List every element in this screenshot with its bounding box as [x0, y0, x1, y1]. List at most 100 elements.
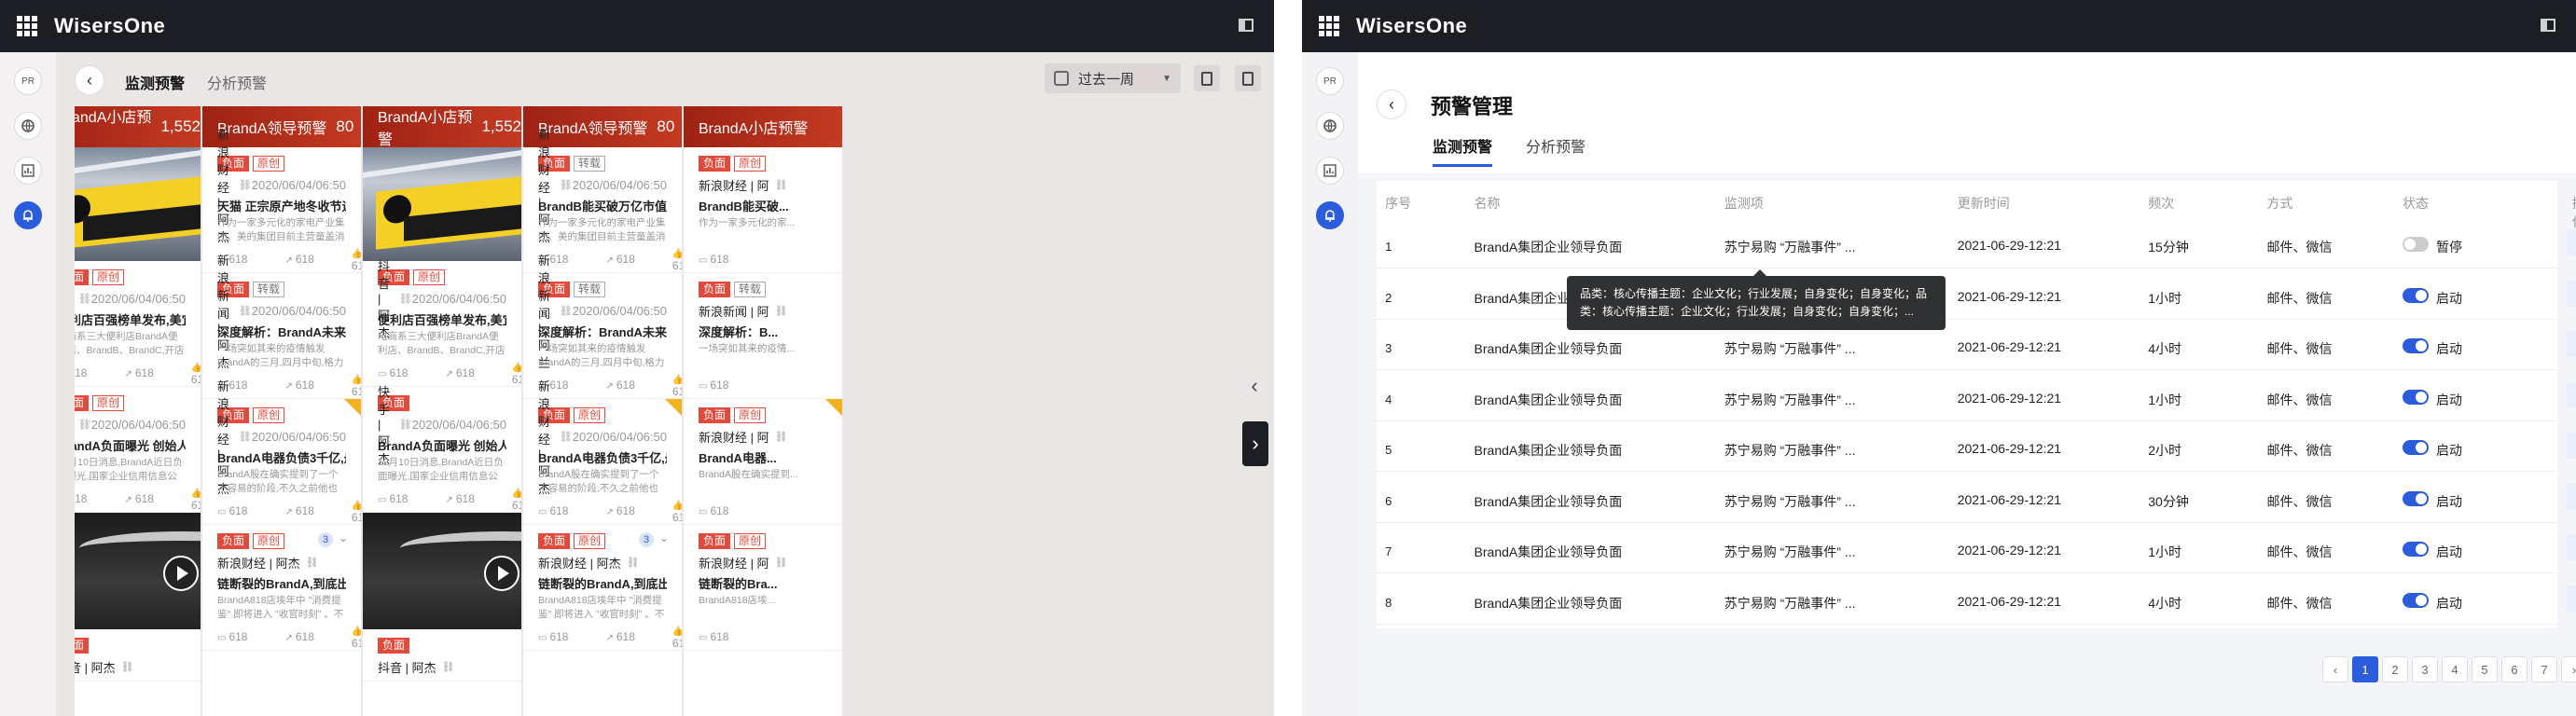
status-toggle[interactable]: [2402, 542, 2429, 557]
column-header[interactable]: BrandA小店预警 1,552: [363, 106, 521, 148]
app-grid-icon[interactable]: [17, 16, 37, 36]
pagination-prev-button[interactable]: ‹: [2322, 656, 2348, 682]
report-button[interactable]: [1235, 65, 1261, 91]
pagination-page[interactable]: 2: [2382, 656, 2408, 682]
card-title[interactable]: 深度解析：BrandA未来五年能否超...: [217, 323, 346, 338]
news-card[interactable]: 负面 原创 新浪财经 | 阿 ⛓ BrandA电器... BrandA股在确实提到... ▭…: [684, 399, 842, 525]
news-card[interactable]: 负面抖音 | 阿杰 ⛓: [75, 629, 201, 682]
link-icon[interactable]: ⛓: [560, 431, 573, 443]
news-card[interactable]: 负面 转载 新浪新闻 | 阿 ⛓ 深度解析：B... 一场突如其来的疫情... ▭ 618: [684, 273, 842, 399]
news-card[interactable]: 负面 原创 新浪财经 | 阿杰 ⛓ 2020/06/04/06:50 BrandA电器负债…: [523, 379, 682, 525]
link-icon[interactable]: ⛓: [560, 305, 573, 317]
link-icon[interactable]: ⛓: [399, 419, 412, 431]
nav-globe-icon[interactable]: [14, 112, 42, 140]
export-button[interactable]: [1194, 65, 1220, 91]
avatar[interactable]: PR: [14, 67, 42, 95]
monitor-item[interactable]: 苏宁易购 “万融事件” ...: [1724, 492, 1856, 511]
link-icon[interactable]: ⛓: [239, 305, 252, 317]
tab-analysis[interactable]: 分析预警: [1526, 134, 1586, 157]
chevron-down-icon[interactable]: ⌄: [339, 531, 348, 544]
edit-button[interactable]: ✎编辑: [2566, 229, 2576, 255]
link-icon[interactable]: ⛓: [560, 179, 573, 191]
status-toggle[interactable]: [2402, 440, 2429, 455]
card-title[interactable]: BrandB能买破...: [699, 197, 827, 213]
status-toggle[interactable]: [2402, 592, 2429, 608]
media-thumbnail[interactable]: [75, 147, 201, 261]
nav-chart-icon[interactable]: [14, 157, 42, 185]
news-card[interactable]: 负面原创抖音 | 阿杰⛓2020/06/04/06:50便利店百强榜单发布,美宜…: [75, 261, 201, 387]
monitor-item[interactable]: 苏宁易购 “万融事件” ...: [1724, 543, 1856, 561]
monitor-item[interactable]: 苏宁易购 “万融事件” ...: [1724, 441, 1856, 460]
back-button[interactable]: ‹: [75, 65, 104, 95]
card-title[interactable]: BrandA电器...: [699, 448, 827, 464]
monitor-item[interactable]: 苏宁易购 “万融事件” ...: [1724, 238, 1856, 256]
card-title[interactable]: 链断裂的BrandA,到底出啥事了|BrandA|...: [538, 574, 667, 590]
news-card[interactable]: 负面 快手 | 阿杰 ⛓ 2020/06/04/06:50 BrandA负面曝光 创始人…: [363, 385, 521, 513]
nav-globe-icon[interactable]: [1316, 112, 1344, 140]
video-thumbnail[interactable]: [75, 513, 201, 629]
pagination-page[interactable]: 6: [2501, 656, 2528, 682]
play-icon[interactable]: [163, 556, 199, 591]
pagination-page[interactable]: 7: [2531, 656, 2557, 682]
edit-button[interactable]: ✎编辑: [2566, 433, 2576, 459]
pagination-next-button[interactable]: ›: [2561, 656, 2576, 682]
card-title[interactable]: BrandA电器负债3千亿,最近又质押股份...: [538, 448, 667, 464]
card-title[interactable]: 链断裂的Bra...: [699, 574, 827, 590]
nav-alert-icon[interactable]: [1316, 201, 1344, 229]
card-title[interactable]: 链断裂的BrandA,到底出啥事了|BrandA|...: [217, 574, 346, 590]
pagination-page[interactable]: 3: [2412, 656, 2438, 682]
link-icon[interactable]: ⛓: [775, 179, 788, 191]
card-title[interactable]: BrandA负面曝光 创始人张近东等将苏宁控股股...: [75, 436, 186, 452]
tab-monitor[interactable]: 监测预警: [1433, 134, 1492, 157]
card-title[interactable]: BrandA负面曝光 创始人张近东等将苏宁控股股...: [378, 436, 506, 452]
back-button[interactable]: ‹: [1377, 90, 1406, 119]
news-card[interactable]: 负面原创快手 | 阿杰⛓2020/06/04/06:50 BrandA负面曝光 创…: [75, 387, 201, 513]
news-card[interactable]: 负面原创 3 ⌄ 新浪财经 | 阿杰 ⛓ 链断裂的BrandA,到底出啥事了|BrandA…: [202, 525, 361, 651]
chevron-down-icon[interactable]: ⌄: [659, 531, 669, 544]
pagination-page[interactable]: 1: [2352, 656, 2378, 682]
alert-name[interactable]: BrandA集团企业领导负面: [1475, 594, 1623, 613]
news-card[interactable]: 负面 原创 新浪财经 | 阿 ⛓ BrandB能买破... 作为一家多元化的家... ▭ 61…: [684, 147, 842, 273]
link-icon[interactable]: ⛓: [306, 557, 319, 569]
panel-toggle-icon[interactable]: [1239, 19, 1253, 32]
video-thumbnail[interactable]: [363, 513, 521, 629]
link-icon[interactable]: ⛓: [442, 661, 455, 673]
card-title[interactable]: 天猫 正宗原产地冬收节迎来福州站...: [217, 197, 346, 213]
link-icon[interactable]: ⛓: [399, 293, 412, 305]
nav-chart-icon[interactable]: [1316, 157, 1344, 185]
carousel-prev-button[interactable]: ‹: [1244, 367, 1265, 405]
alert-name[interactable]: BrandA集团企业领导负面: [1475, 492, 1623, 511]
status-toggle[interactable]: [2402, 490, 2429, 506]
media-thumbnail[interactable]: [363, 147, 521, 261]
alert-name[interactable]: BrandA集团企业领导负面: [1475, 543, 1623, 561]
alert-name[interactable]: BrandA集团企业领导负面: [1475, 441, 1623, 460]
news-card[interactable]: 负面原创抖音 | 阿杰⛓2020/06/04/06:50便利店百强榜单发布,美宜…: [363, 259, 521, 387]
news-card[interactable]: 负面原创 3 ⌄ 新浪财经 | 阿杰 ⛓ 链断裂的BrandA,到底出啥事了|BrandA…: [523, 525, 682, 651]
card-title[interactable]: BrandB能买破万亿市值吗？作为一家...: [538, 197, 667, 213]
pagination-page[interactable]: 5: [2472, 656, 2498, 682]
news-card[interactable]: 负面 原创 新浪财经 | 阿 ⛓ 链断裂的Bra... BrandA818店埃... ▭ 61…: [684, 525, 842, 651]
link-icon[interactable]: ⛓: [121, 661, 134, 673]
status-toggle[interactable]: [2402, 389, 2429, 405]
status-toggle[interactable]: [2402, 287, 2429, 303]
period-select[interactable]: 过去一周 ▼: [1045, 63, 1181, 93]
edit-button[interactable]: ✎编辑: [2566, 280, 2576, 307]
alert-name[interactable]: BrandA集团企业领导负面: [1475, 339, 1623, 358]
tab-monitor[interactable]: 监测预警: [125, 71, 185, 93]
card-title[interactable]: 便利店百强榜单发布,美宜佳超2万家跃居第二...: [75, 310, 186, 326]
edit-button[interactable]: ✎编辑: [2566, 585, 2576, 612]
edit-button[interactable]: ✎编辑: [2566, 534, 2576, 560]
news-card[interactable]: 负面抖音 | 阿杰 ⛓: [363, 629, 521, 682]
status-toggle[interactable]: [2402, 338, 2429, 353]
carousel-next-button[interactable]: ›: [1242, 421, 1268, 466]
card-title[interactable]: 便利店百强榜单发布,美宜佳超2万家跃居第二...: [378, 310, 506, 326]
news-card[interactable]: 负面 原创 新浪财经 | 阿杰 ⛓ 2020/06/04/06:50 BrandA电器负债…: [202, 379, 361, 525]
link-icon[interactable]: ⛓: [627, 557, 640, 569]
monitor-item[interactable]: 苏宁易购 “万融事件” ...: [1724, 339, 1856, 358]
nav-alert-icon[interactable]: [14, 201, 42, 229]
alert-name[interactable]: BrandA集团企业领导负面: [1475, 238, 1623, 256]
tab-analysis[interactable]: 分析预警: [207, 71, 267, 93]
link-icon[interactable]: ⛓: [239, 431, 252, 443]
card-title[interactable]: 深度解析：BrandA未来五年能否超...: [538, 323, 667, 338]
status-toggle[interactable]: [2402, 237, 2429, 252]
